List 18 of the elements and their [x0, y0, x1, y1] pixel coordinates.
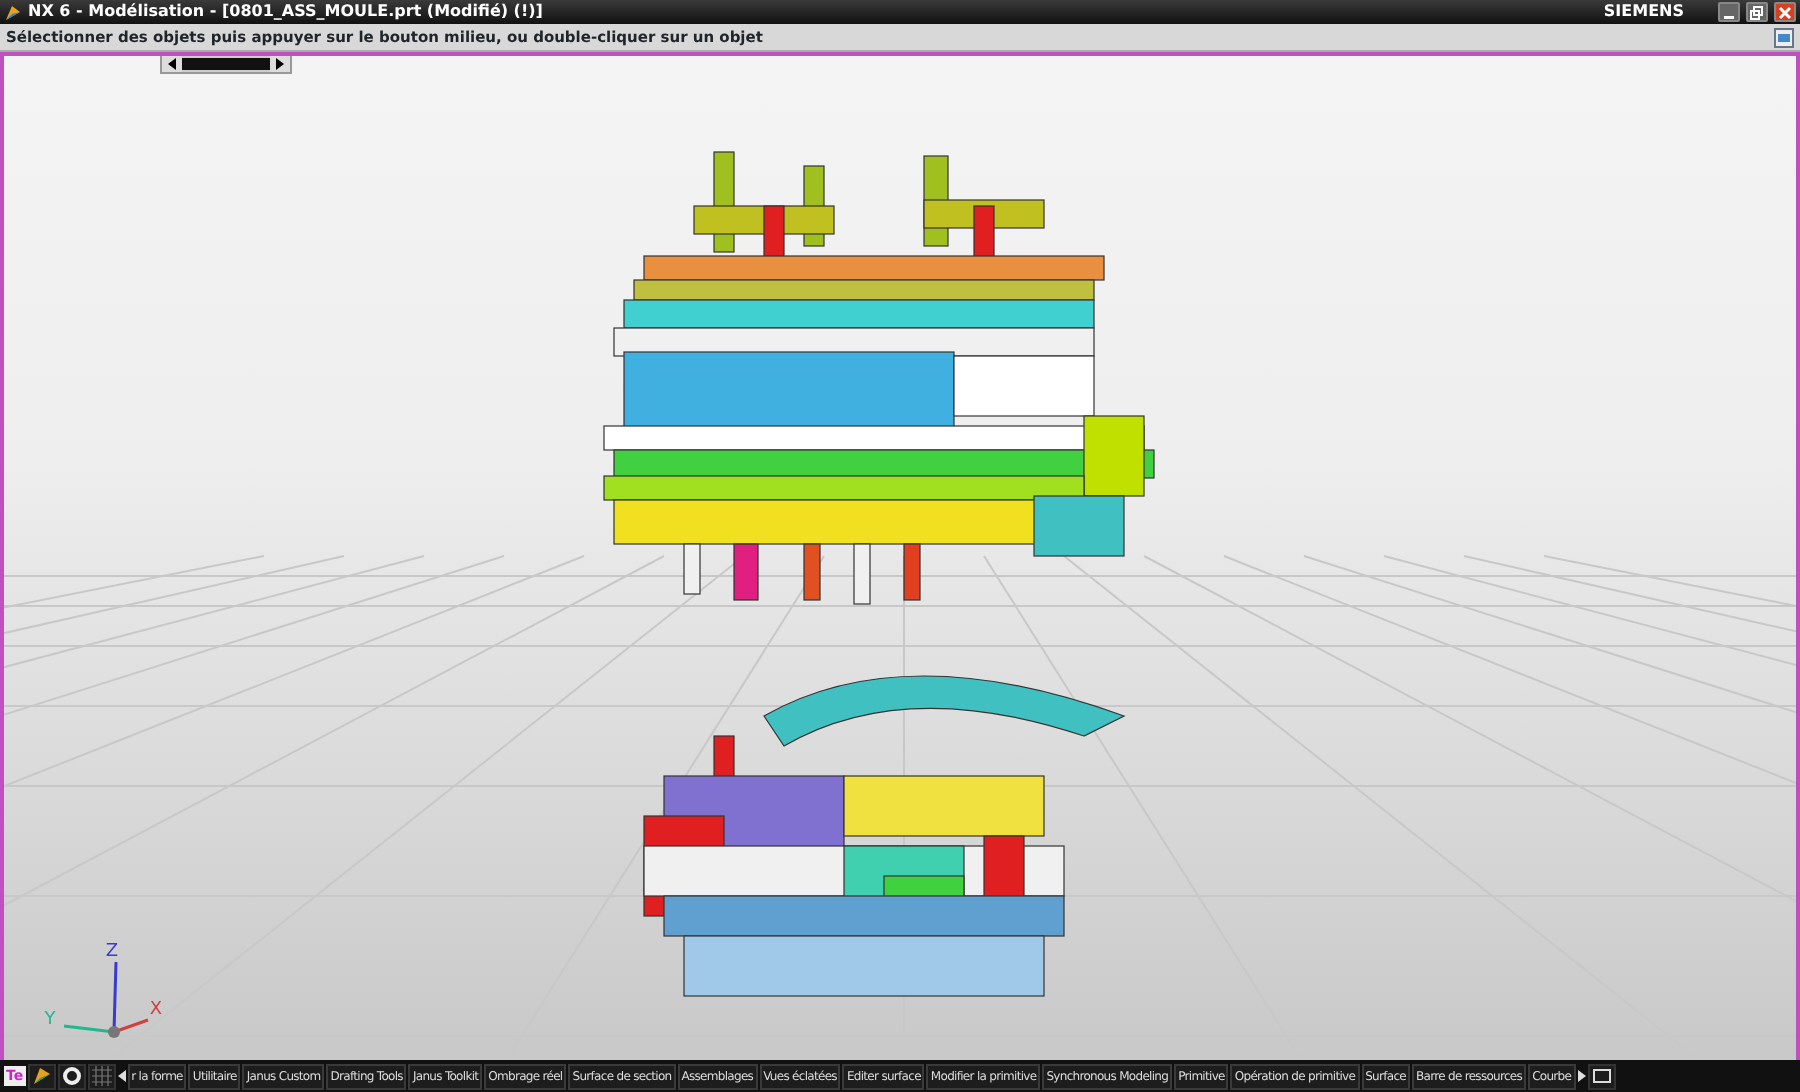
restore-icon	[1750, 5, 1764, 19]
window-title: NX 6 - Modélisation - [0801_ASS_MOULE.prt (Modifié) (!)]	[28, 0, 545, 24]
dock-icon[interactable]	[1587, 1063, 1616, 1089]
brand-label: SIEMENS	[1603, 0, 1684, 24]
axis-label: Z	[105, 942, 119, 962]
close-icon	[1778, 5, 1792, 19]
app-logo-icon	[4, 3, 22, 21]
scroll-left-icon[interactable]	[162, 56, 182, 72]
scroll-right-icon[interactable]	[270, 56, 290, 72]
triad-origin-icon	[108, 1026, 120, 1038]
scroll-thumb[interactable]	[182, 58, 270, 70]
axis-label: X	[149, 1000, 163, 1020]
axis-label: Y	[44, 1010, 56, 1030]
settings-icon[interactable]	[57, 1063, 86, 1089]
minimize-button[interactable]	[1718, 2, 1740, 22]
close-button[interactable]	[1774, 2, 1796, 22]
start-icon[interactable]	[27, 1063, 56, 1089]
restore-button[interactable]	[1746, 2, 1768, 22]
